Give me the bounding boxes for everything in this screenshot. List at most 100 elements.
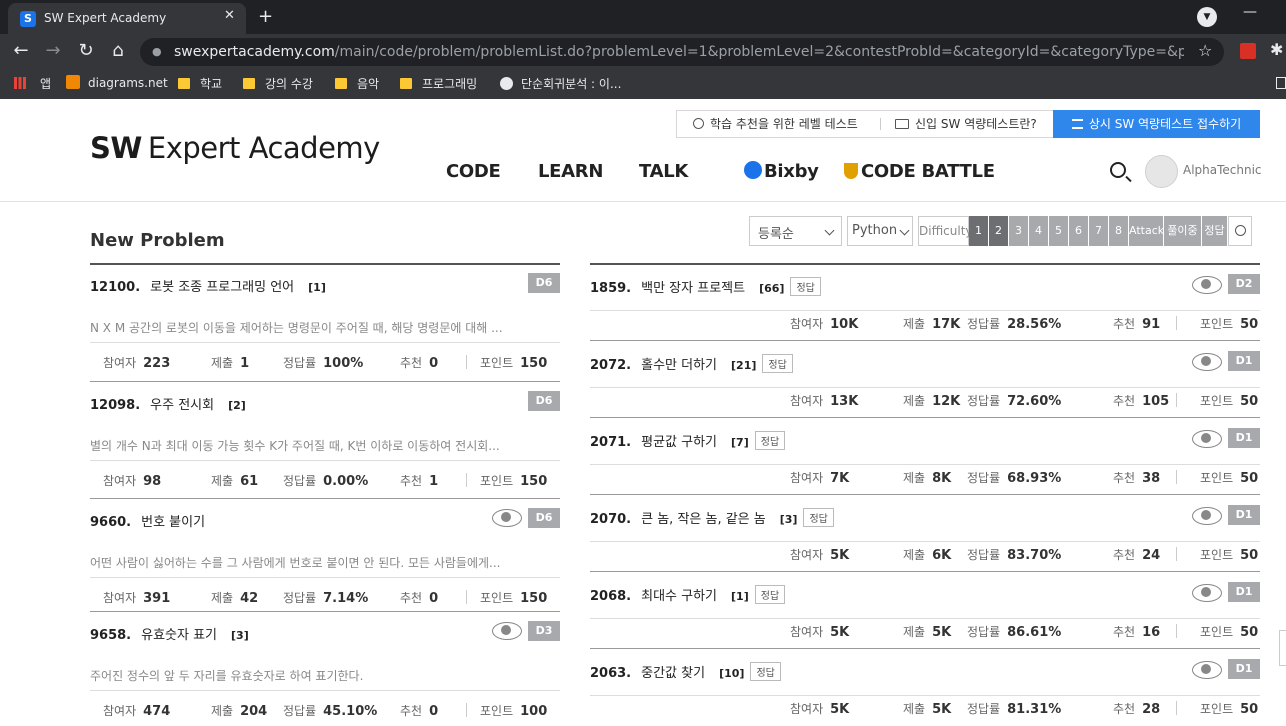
stat-value: 6K	[932, 548, 952, 563]
level-test-link[interactable]: 학습 추천을 위한 레벨 테스트	[693, 111, 858, 137]
site-header: 학습 추천을 위한 레벨 테스트 신입 SW 역량테스트란? 상시 SW 역량테…	[0, 99, 1286, 202]
level-badge: D1	[1228, 428, 1260, 448]
level-filter-1[interactable]: 1	[969, 216, 989, 246]
minimize-icon[interactable]: —	[1243, 4, 1257, 20]
menu-code[interactable]: CODE	[446, 161, 501, 182]
bookmark-apps[interactable]: 앱	[14, 75, 51, 92]
stat-value: 13K	[830, 394, 859, 409]
recommend-stat: 추천 38	[1113, 469, 1160, 486]
dashed-divider	[90, 342, 560, 343]
stat-value: 204	[240, 704, 268, 719]
bookmark-folder-music[interactable]: 음악	[335, 75, 379, 92]
problem-name: 큰 놈, 작은 놈, 같은 놈	[641, 512, 766, 527]
participants-stat: 참여자 98	[103, 472, 161, 489]
close-tab-icon[interactable]: ✕	[224, 8, 235, 23]
search-icon[interactable]	[1110, 162, 1126, 178]
stat-value: 45.10%	[323, 704, 378, 719]
menu-bixby[interactable]: Bixby	[744, 161, 819, 182]
points-stat: 포인트 50	[1200, 623, 1258, 640]
menu-bixby-label: Bixby	[764, 161, 819, 182]
url-text[interactable]: swexpertacademy.com/main/code/problem/pr…	[174, 44, 1184, 60]
menu-talk[interactable]: TALK	[639, 161, 688, 182]
divider	[590, 571, 1260, 572]
problem-name: 번호 붙이기	[141, 515, 206, 530]
sort-select[interactable]: 등록순	[749, 216, 842, 246]
attack-filter[interactable]: Attack	[1129, 216, 1164, 246]
stat-value: 150	[520, 474, 548, 489]
problem-title[interactable]: 2068. 최대수 구하기 [1] 정답	[590, 585, 786, 604]
new-tab-button[interactable]: +	[258, 6, 273, 27]
reload-icon[interactable]: ↻	[75, 41, 97, 61]
avatar[interactable]	[1145, 155, 1178, 188]
level-filter-4[interactable]: 4	[1029, 216, 1049, 246]
eye-icon[interactable]	[1192, 351, 1222, 371]
divider	[1176, 547, 1177, 561]
problem-title[interactable]: 2063. 중간값 찾기 [10] 정답	[590, 662, 781, 681]
level-filter-6[interactable]: 6	[1069, 216, 1089, 246]
bookmark-folder-school[interactable]: 학교	[178, 75, 222, 92]
username[interactable]: AlphaTechnic	[1183, 163, 1262, 177]
browser-tab[interactable]: S SW Expert Academy ✕	[8, 3, 246, 34]
problem-title[interactable]: 12098. 우주 전시회 [2]	[90, 394, 246, 413]
puzzle-extensions-icon[interactable]: ✱	[1270, 40, 1283, 59]
bookmark-regression[interactable]: 단순회귀분석 : 이...	[500, 75, 621, 92]
stat-label: 추천	[1113, 702, 1136, 716]
bookmark-diagrams[interactable]: diagrams.net	[66, 75, 168, 90]
divider	[590, 340, 1260, 341]
eye-icon[interactable]	[492, 620, 522, 640]
level-filter-8[interactable]: 8	[1109, 216, 1129, 246]
recommend-stat: 추천 24	[1113, 546, 1160, 563]
scroll-top-button[interactable]	[1279, 630, 1286, 666]
site-logo[interactable]: SW Expert Academy	[90, 131, 380, 165]
points-stat: 포인트 100	[480, 702, 547, 719]
level-badge: D6	[528, 391, 560, 411]
level-filter-3[interactable]: 3	[1009, 216, 1029, 246]
level-filter-2[interactable]: 2	[989, 216, 1009, 246]
level-badge: D6	[528, 273, 560, 293]
new-sw-link[interactable]: 신입 SW 역량테스트란?	[895, 111, 1037, 137]
eye-icon[interactable]	[1192, 582, 1222, 602]
eye-icon[interactable]	[1192, 659, 1222, 679]
problem-title[interactable]: 12100. 로봇 조종 프로그래밍 언어 [1]	[90, 276, 326, 295]
problem-description: N X M 공간의 로봇의 이동을 제어하는 명령문이 주어질 때, 해당 명령…	[90, 321, 503, 335]
problem-title[interactable]: 2071. 평균값 구하기 [7] 정답	[590, 431, 786, 450]
language-select[interactable]: Python	[847, 216, 913, 246]
stat-label: 제출	[903, 471, 926, 485]
search-icon	[1235, 225, 1246, 236]
problem-number: 12100.	[90, 280, 141, 295]
bookmark-folder-programming[interactable]: 프로그래밍	[400, 75, 477, 92]
chrome-profile-icon[interactable]: ▼	[1197, 7, 1217, 27]
apply-test-button[interactable]: 상시 SW 역량테스트 접수하기	[1053, 110, 1260, 138]
eye-icon[interactable]	[1192, 505, 1222, 525]
problem-title[interactable]: 2072. 홀수만 더하기 [21] 정답	[590, 354, 793, 373]
extension-icon[interactable]	[1240, 43, 1256, 59]
back-arrow-icon[interactable]: ←	[10, 41, 32, 61]
menu-learn[interactable]: LEARN	[538, 161, 603, 182]
menu-code-battle[interactable]: CODE BATTLE	[844, 161, 995, 182]
pending-filter[interactable]: 풀이중	[1164, 216, 1202, 246]
reading-list-icon[interactable]	[1276, 77, 1286, 89]
problem-title[interactable]: 2070. 큰 놈, 작은 놈, 같은 놈 [3] 정답	[590, 508, 834, 527]
eye-icon[interactable]	[492, 507, 522, 527]
problem-title[interactable]: 9660. 번호 붙이기	[90, 511, 205, 530]
problem-title[interactable]: 1859. 백만 장자 프로젝트 [66] 정답	[590, 277, 821, 296]
level-filter-7[interactable]: 7	[1089, 216, 1109, 246]
eye-icon[interactable]	[1192, 428, 1222, 448]
correct-filter[interactable]: 정답	[1202, 216, 1228, 246]
bookmark-folder-lecture[interactable]: 강의 수강	[243, 75, 313, 92]
home-icon[interactable]: ⌂	[107, 41, 129, 61]
level-filter-5[interactable]: 5	[1049, 216, 1069, 246]
forward-arrow-icon[interactable]: →	[42, 41, 64, 61]
stat-value: 24	[1142, 548, 1161, 563]
apply-label: 상시 SW 역량테스트 접수하기	[1088, 117, 1242, 131]
stat-label: 추천	[400, 591, 423, 605]
problem-title[interactable]: 9658. 유효숫자 표기 [3]	[90, 624, 249, 643]
address-bar[interactable]: ● swexpertacademy.com/main/code/problem/…	[140, 38, 1224, 66]
filter-search-button[interactable]	[1228, 216, 1252, 246]
level-test-label: 학습 추천을 위한 레벨 테스트	[710, 117, 858, 131]
eye-icon[interactable]	[1192, 274, 1222, 294]
divider	[90, 611, 560, 612]
recommend-stat: 추천 1	[400, 472, 438, 489]
bookmark-star-icon[interactable]: ☆	[1198, 41, 1212, 60]
bixby-icon	[744, 161, 762, 179]
